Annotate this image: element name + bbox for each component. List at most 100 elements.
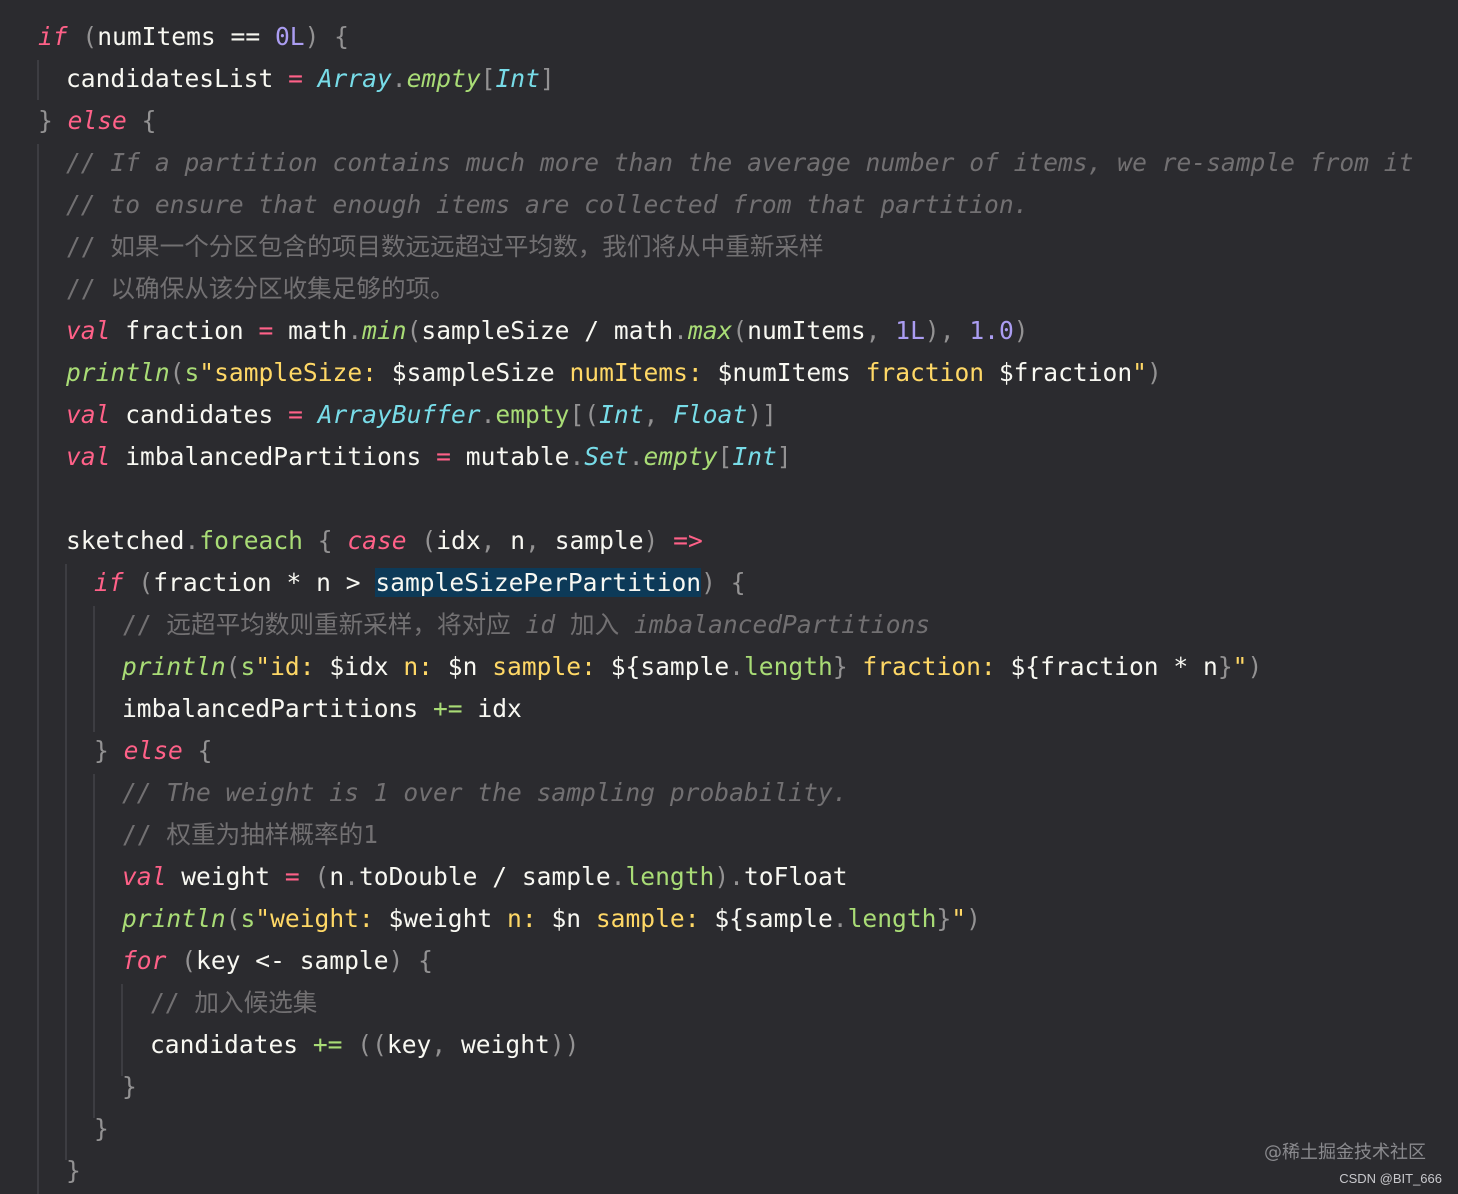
punct: ) [1247, 652, 1263, 681]
code-line: val fraction = math.min(sampleSize / mat… [66, 310, 1029, 352]
closing-brace: } [94, 1114, 109, 1143]
string: "weight: [255, 904, 389, 933]
code-line: sketched.foreach { case (idx, n, sample)… [66, 520, 703, 562]
code-editor[interactable]: if (numItems == 0L) { candidatesList = A… [0, 0, 1458, 1194]
punct: ) [643, 526, 659, 555]
punct: } [1217, 652, 1233, 681]
code-line: candidatesList = Array.empty[Int] [66, 58, 555, 100]
operator: = [436, 442, 451, 471]
function: println [122, 904, 226, 933]
punct: [( [569, 400, 600, 429]
operator: = [284, 862, 300, 891]
comment-text: id [525, 610, 556, 639]
keyword: val [66, 400, 111, 429]
punct: { [715, 568, 746, 597]
punct: ( [299, 862, 330, 891]
code-text: idx [462, 694, 522, 723]
punct: ( [406, 526, 437, 555]
number: 1L [895, 316, 925, 345]
punct: , [480, 526, 496, 555]
watermark-author: CSDN @BIT_666 [1339, 1171, 1442, 1186]
punct: [ [717, 442, 733, 471]
comment: // If a partition contains much more tha… [66, 148, 1414, 177]
punct: . [673, 316, 688, 345]
comment: // 如果一个分区包含的项目数远远超过平均数，我们将从中重新采样 [66, 232, 824, 261]
punct: . [729, 652, 744, 681]
punct: [ [480, 64, 496, 93]
interpolation: fraction * n [1040, 652, 1218, 681]
string: " [951, 904, 967, 933]
code-line: val weight = (n.toDouble / sample.length… [122, 856, 848, 898]
keyword: if [94, 568, 124, 597]
punct: . [347, 316, 363, 345]
punct: ) [701, 568, 716, 597]
string-prefix: s [184, 358, 200, 387]
punct: ( [406, 316, 422, 345]
operator: = [258, 316, 274, 345]
operator: = [288, 64, 303, 93]
punct: ) [714, 862, 730, 891]
operator: = [288, 400, 303, 429]
string: sample: [477, 652, 611, 681]
selection-highlight[interactable]: sampleSizePerPartition [375, 568, 702, 597]
code-line: } else { [94, 730, 212, 772]
type: Int [599, 400, 644, 429]
keyword: val [66, 442, 111, 471]
keyword: else [123, 736, 183, 765]
property: length [847, 904, 937, 933]
function: min [362, 316, 407, 345]
code-line: println(s"id: $idx n: $n sample: ${sampl… [122, 646, 1262, 688]
type: Int [732, 442, 777, 471]
code-text: mutable [450, 442, 570, 471]
punct: { [302, 526, 348, 555]
punct: . [569, 442, 585, 471]
punct: { [403, 946, 433, 975]
interpolation: ${ [610, 652, 641, 681]
code-line: if (fraction * n > sampleSizePerPartitio… [94, 562, 746, 604]
punct: ) [1013, 316, 1029, 345]
interpolation: $numItems [717, 358, 851, 387]
interpolation: $n [447, 652, 478, 681]
comment: // 远超平均数则重新采样，将对应 id 加入 imbalancedPartit… [122, 604, 930, 646]
punct: , [865, 316, 881, 345]
punct: } [94, 736, 124, 765]
code-line: imbalancedPartitions += idx [122, 688, 522, 730]
punct: ), [924, 316, 955, 345]
comment-text: imbalancedPartitions [633, 610, 931, 639]
interpolation: ${ [714, 904, 744, 933]
code-text: imbalancedPartitions [110, 442, 437, 471]
code-text: n [495, 526, 526, 555]
string: " [1232, 652, 1248, 681]
type: Set [584, 442, 629, 471]
code-text: sampleSize / math [421, 316, 674, 345]
property: length [625, 862, 715, 891]
punct: . [628, 442, 644, 471]
string: n: [492, 904, 552, 933]
string-prefix: s [240, 652, 256, 681]
keyword: val [66, 316, 111, 345]
function: empty [495, 400, 570, 429]
punct: ( [225, 904, 241, 933]
punct: , [525, 526, 540, 555]
string: sample: [581, 904, 715, 933]
punct: (( [342, 1030, 387, 1059]
type: Array [317, 64, 392, 93]
code-text: candidates [110, 400, 289, 429]
keyword: for [122, 946, 167, 975]
code-line: val candidates = ArrayBuffer.empty[(Int,… [66, 394, 777, 436]
code-text: sketched [66, 526, 185, 555]
function: foreach [199, 526, 303, 555]
type: Float [673, 400, 748, 429]
interpolation: $n [551, 904, 582, 933]
punct: )) [549, 1030, 580, 1059]
punct: ( [166, 946, 197, 975]
closing-brace: } [122, 1072, 137, 1101]
interpolation: $fraction [998, 358, 1133, 387]
comment-text: 加入 [555, 610, 634, 639]
string-prefix: s [240, 904, 256, 933]
punct: . [184, 526, 200, 555]
string: "id: [255, 652, 330, 681]
